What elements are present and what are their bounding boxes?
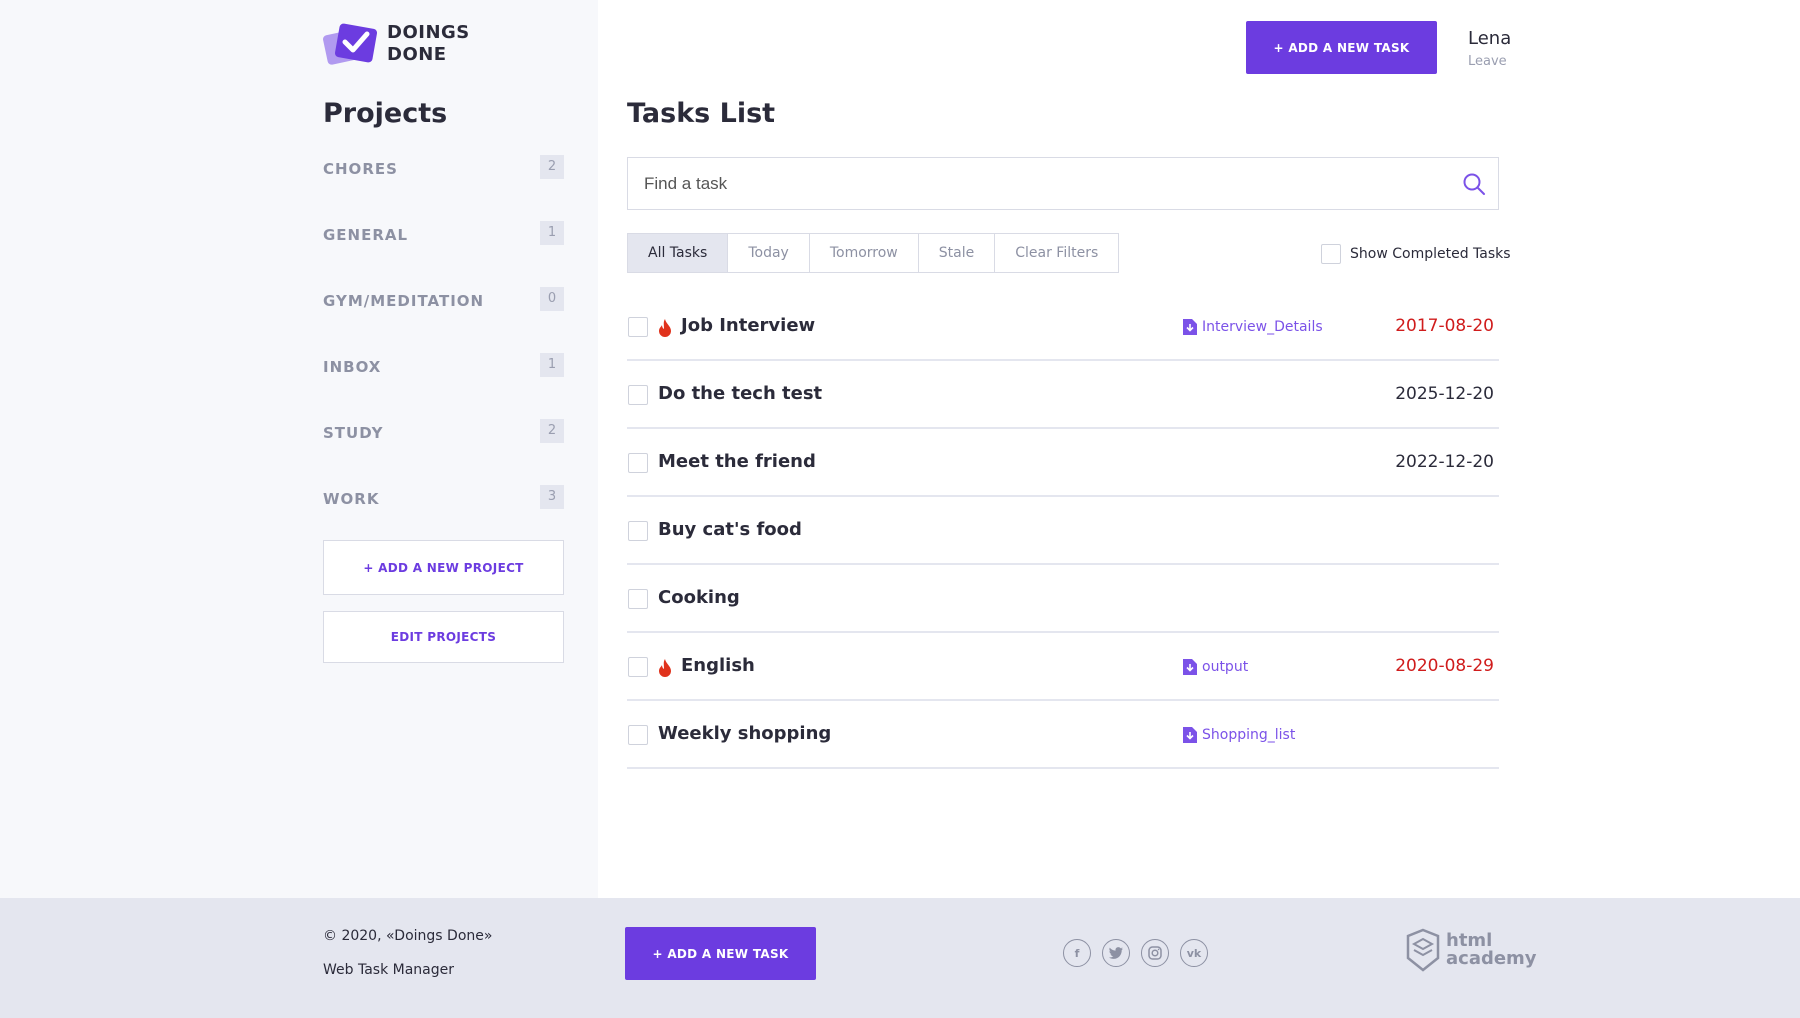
project-name: GENERAL xyxy=(323,226,409,244)
project-count-badge: 1 xyxy=(540,353,564,377)
download-file-icon xyxy=(1183,659,1197,675)
user-name: Lena xyxy=(1468,28,1512,49)
logo-text: DOINGS DONE xyxy=(387,22,470,66)
academy-line-2: academy xyxy=(1446,948,1537,969)
task-checkbox[interactable] xyxy=(628,521,648,541)
edit-projects-button[interactable]: EDIT PROJECTS xyxy=(323,611,564,663)
project-item-chores[interactable]: CHORES 2 xyxy=(323,155,564,221)
filter-tomorrow[interactable]: Tomorrow xyxy=(808,234,918,272)
search-box xyxy=(627,157,1499,210)
task-date: 2020-08-29 xyxy=(1395,656,1494,676)
task-date: 2017-08-20 xyxy=(1395,316,1494,336)
task-row: Meet the friend 2022-12-20 xyxy=(627,429,1499,497)
task-checkbox[interactable] xyxy=(628,385,648,405)
add-project-button[interactable]: + ADD A NEW PROJECT xyxy=(323,540,564,595)
task-row: English output 2020-08-29 xyxy=(627,633,1499,701)
task-row: Weekly shopping Shopping_list xyxy=(627,701,1499,769)
task-row: Buy cat's food xyxy=(627,497,1499,565)
filter-all-tasks[interactable]: All Tasks xyxy=(628,234,728,272)
task-file-name: output xyxy=(1202,659,1249,675)
task-title[interactable]: Job Interview xyxy=(681,315,815,336)
add-task-button[interactable]: + ADD A NEW TASK xyxy=(1246,21,1437,74)
task-title[interactable]: Meet the friend xyxy=(658,451,816,472)
task-checkbox[interactable] xyxy=(628,657,648,677)
html-academy-icon xyxy=(1406,928,1440,972)
project-count-badge: 2 xyxy=(540,155,564,179)
task-title[interactable]: English xyxy=(681,655,755,676)
instagram-icon[interactable] xyxy=(1141,939,1169,967)
leave-link[interactable]: Leave xyxy=(1468,54,1507,69)
project-count-badge: 1 xyxy=(540,221,564,245)
task-row: Cooking xyxy=(627,565,1499,633)
task-list: Job Interview Interview_Details 2017-08-… xyxy=(627,293,1499,769)
project-item-study[interactable]: STUDY 2 xyxy=(323,419,564,485)
project-name: STUDY xyxy=(323,424,384,442)
project-count-badge: 3 xyxy=(540,485,564,509)
task-file-name: Shopping_list xyxy=(1202,727,1296,743)
filter-tabs: All Tasks Today Tomorrow Stale Clear Fil… xyxy=(627,233,1120,273)
html-academy-logo[interactable]: html academy xyxy=(1406,928,1537,972)
footer-add-task-button[interactable]: + ADD A NEW TASK xyxy=(625,927,816,980)
task-date: 2022-12-20 xyxy=(1395,452,1494,472)
task-title[interactable]: Weekly shopping xyxy=(658,723,831,744)
show-completed-toggle[interactable]: Show Completed Tasks xyxy=(1321,244,1511,264)
project-list: CHORES 2 GENERAL 1 GYM/MEDITATION 0 INBO… xyxy=(323,155,564,551)
logo-line-1: DOINGS xyxy=(387,22,470,43)
task-checkbox[interactable] xyxy=(628,725,648,745)
filter-stale[interactable]: Stale xyxy=(917,234,995,272)
task-file-name: Interview_Details xyxy=(1202,319,1323,335)
fire-icon xyxy=(659,659,671,677)
task-title[interactable]: Buy cat's food xyxy=(658,519,802,540)
tasks-heading: Tasks List xyxy=(627,98,776,129)
social-links: f vk xyxy=(1063,939,1208,967)
task-row: Job Interview Interview_Details 2017-08-… xyxy=(627,293,1499,361)
project-count-badge: 0 xyxy=(540,287,564,311)
facebook-icon[interactable]: f xyxy=(1063,939,1091,967)
task-checkbox[interactable] xyxy=(628,317,648,337)
project-count-badge: 2 xyxy=(540,419,564,443)
project-item-inbox[interactable]: INBOX 1 xyxy=(323,353,564,419)
footer-subtitle: Web Task Manager xyxy=(323,962,455,978)
filter-clear[interactable]: Clear Filters xyxy=(994,234,1119,272)
twitter-icon[interactable] xyxy=(1102,939,1130,967)
logo[interactable]: DOINGS DONE xyxy=(323,20,470,68)
logo-check-icon xyxy=(323,20,383,68)
task-file-link[interactable]: output xyxy=(1183,659,1248,675)
project-item-general[interactable]: GENERAL 1 xyxy=(323,221,564,287)
projects-heading: Projects xyxy=(323,98,448,129)
fire-icon xyxy=(659,319,671,337)
footer-copyright: © 2020, «Doings Done» xyxy=(323,928,493,944)
project-name: WORK xyxy=(323,490,380,508)
project-name: CHORES xyxy=(323,160,398,178)
search-icon[interactable] xyxy=(1462,172,1486,196)
project-name: INBOX xyxy=(323,358,382,376)
task-title[interactable]: Do the tech test xyxy=(658,383,822,404)
task-checkbox[interactable] xyxy=(628,589,648,609)
filter-today[interactable]: Today xyxy=(727,234,809,272)
task-file-link[interactable]: Interview_Details xyxy=(1183,319,1323,335)
vk-icon[interactable]: vk xyxy=(1180,939,1208,967)
task-file-link[interactable]: Shopping_list xyxy=(1183,727,1295,743)
logo-line-2: DONE xyxy=(387,44,447,65)
project-name: GYM/MEDITATION xyxy=(323,292,485,310)
download-file-icon xyxy=(1183,319,1197,335)
search-input[interactable] xyxy=(628,158,1428,209)
show-completed-checkbox[interactable] xyxy=(1321,244,1341,264)
task-checkbox[interactable] xyxy=(628,453,648,473)
task-row: Do the tech test 2025-12-20 xyxy=(627,361,1499,429)
task-date: 2025-12-20 xyxy=(1395,384,1494,404)
download-file-icon xyxy=(1183,727,1197,743)
task-title[interactable]: Cooking xyxy=(658,587,740,608)
project-item-gym-meditation[interactable]: GYM/MEDITATION 0 xyxy=(323,287,564,353)
show-completed-label: Show Completed Tasks xyxy=(1350,246,1511,262)
